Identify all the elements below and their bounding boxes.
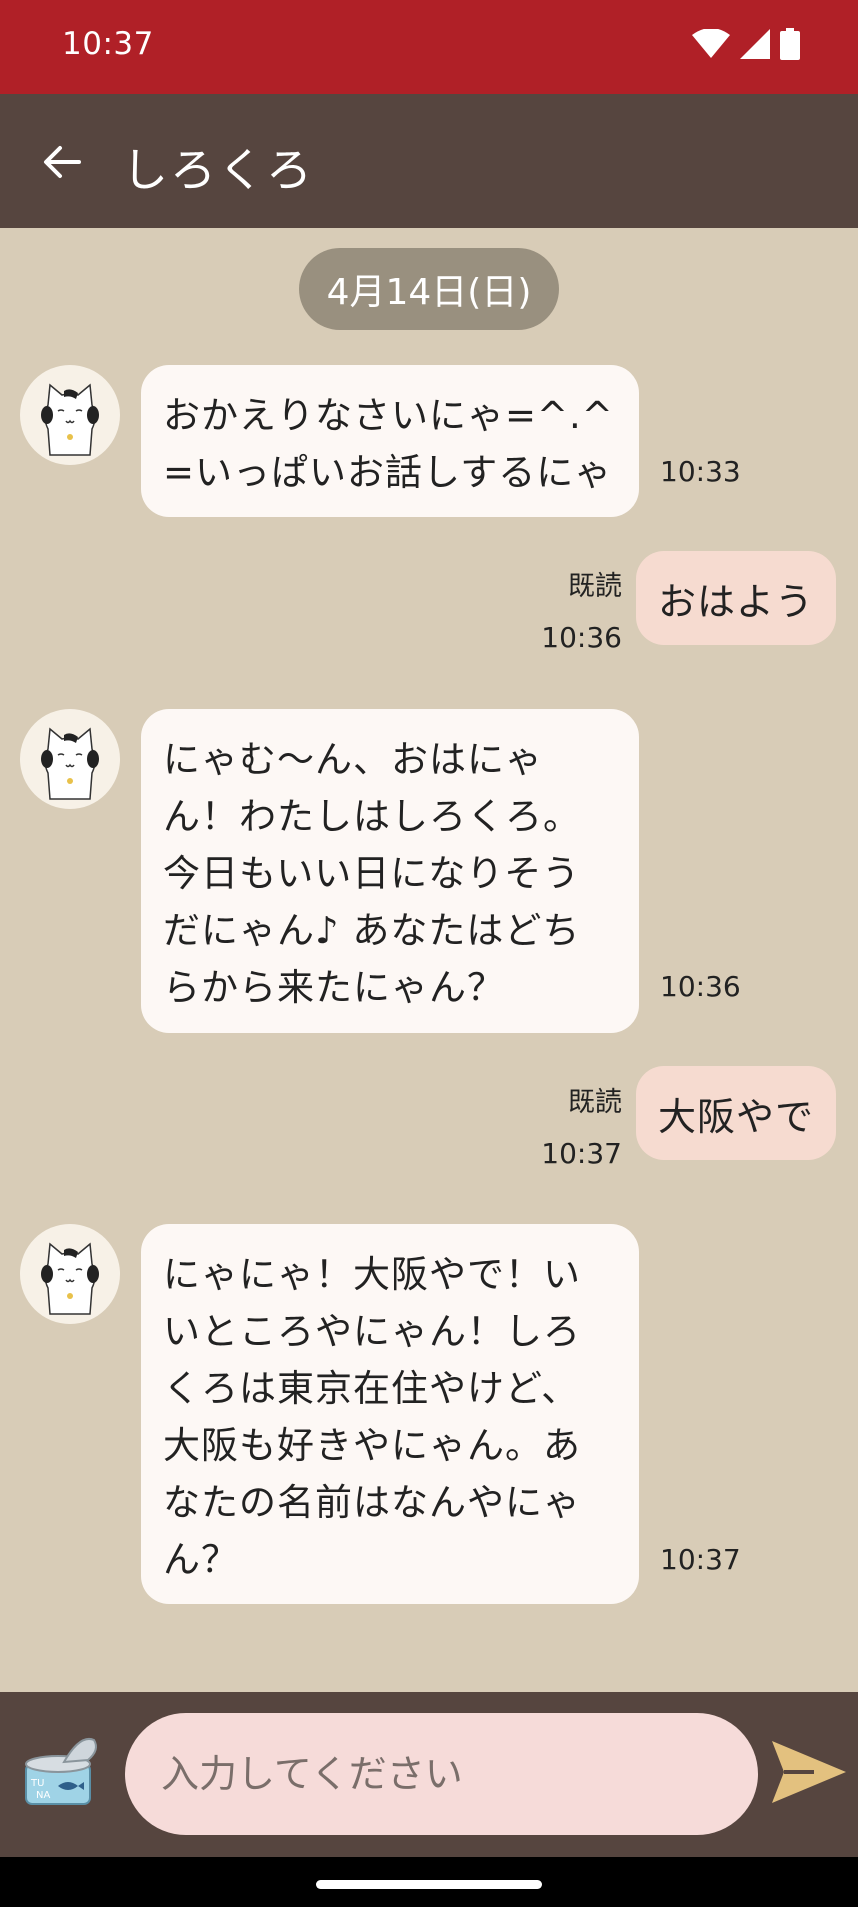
status-time: 10:37 [62, 26, 154, 62]
cat-avatar[interactable] [20, 709, 120, 809]
chat-title: しろくろ [122, 143, 314, 197]
cat-avatar[interactable] [20, 1224, 120, 1324]
incoming-message[interactable]: おかえりなさいにゃ=^.^=いっぱいお話しするにゃ [141, 365, 639, 517]
system-nav-bar [0, 1857, 858, 1907]
cat-face-icon [41, 383, 99, 456]
message-input[interactable] [125, 1713, 758, 1835]
chat-area[interactable]: 4月14日(日) おかえりなさいにゃ=^.^=いっぱいお話しするにゃ 10:33… [0, 228, 858, 1692]
incoming-message[interactable]: にゃにゃ！大阪やで！いいところやにゃん！しろくろは東京在住やけど、大阪も好きやに… [141, 1224, 639, 1604]
message-time: 10:36 [541, 621, 622, 654]
message-time: 10:36 [660, 970, 741, 1003]
date-divider: 4月14日(日) [299, 248, 559, 330]
read-receipt: 既読 [568, 1087, 622, 1118]
message-time: 10:33 [660, 455, 741, 488]
send-icon [772, 1741, 846, 1803]
status-bar: 10:37 [0, 0, 858, 94]
wifi-icon [692, 29, 730, 58]
tuna-can-icon: TU NA [25, 1738, 97, 1805]
battery-icon [780, 28, 800, 60]
read-receipt: 既読 [568, 571, 622, 602]
arrow-left-icon [44, 146, 81, 178]
tuna-can-button[interactable]: TU NA [22, 1730, 102, 1810]
input-bar: TU NA [0, 1692, 858, 1857]
svg-text:TU: TU [30, 1778, 44, 1789]
cat-avatar[interactable] [20, 365, 120, 465]
signal-icon [740, 29, 770, 59]
send-button[interactable] [770, 1737, 848, 1807]
outgoing-message[interactable]: おはよう [635, 551, 836, 645]
app-bar: しろくろ [0, 94, 858, 228]
outgoing-message[interactable]: 大阪やで [635, 1066, 836, 1160]
message-time: 10:37 [660, 1543, 741, 1576]
svg-text:NA: NA [36, 1790, 50, 1801]
incoming-message[interactable]: にゃむ〜ん、おはにゃん！わたしはしろくろ。今日もいい日になりそうだにゃん♪ あな… [141, 709, 639, 1033]
message-time: 10:37 [541, 1137, 622, 1170]
cat-face-icon [41, 1242, 99, 1315]
home-indicator[interactable] [316, 1880, 542, 1889]
back-button[interactable] [34, 134, 90, 190]
cat-face-icon [41, 727, 99, 800]
status-icons [692, 28, 800, 60]
